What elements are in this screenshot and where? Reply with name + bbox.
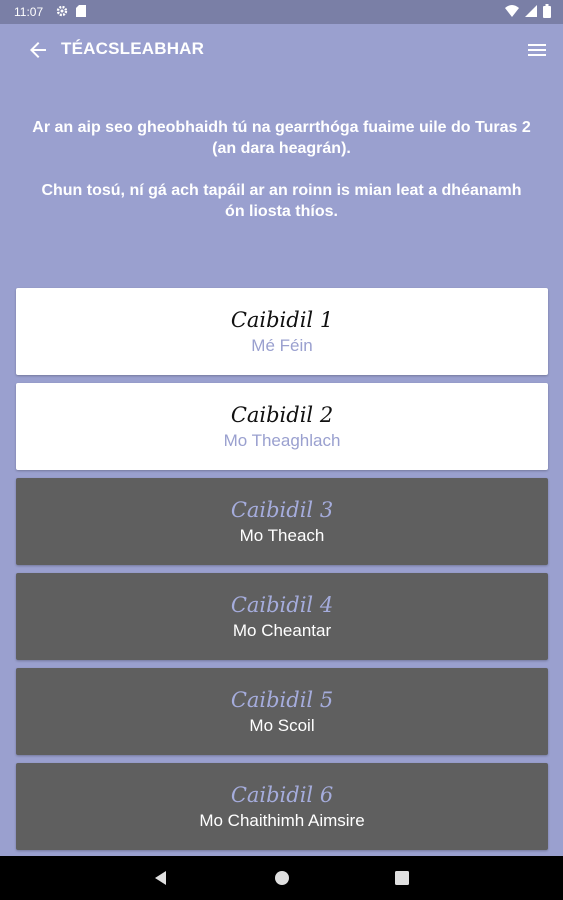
- chapter-item-3[interactable]: Caibidil 3 Mo Theach: [16, 478, 548, 565]
- status-left-icons: [56, 5, 86, 17]
- chapter-item-6[interactable]: Caibidil 6 Mo Chaithimh Aimsire: [16, 763, 548, 850]
- home-circle-icon[interactable]: [273, 869, 291, 887]
- arrow-back-icon[interactable]: [26, 38, 50, 62]
- status-time: 11:07: [14, 5, 44, 19]
- chapter-title: Caibidil 6: [230, 783, 334, 807]
- chapter-list: Caibidil 1 Mé Féin Caibidil 2 Mo Theaghl…: [16, 288, 548, 858]
- battery-icon: [543, 4, 551, 18]
- chapter-subtitle: Mé Féin: [251, 336, 313, 355]
- intro-line-2: Chun tosú, ní gá ach tapáil ar an roinn …: [41, 182, 522, 220]
- chapter-subtitle: Mo Chaithimh Aimsire: [199, 811, 365, 830]
- chapter-subtitle: Mo Theaghlach: [223, 431, 341, 450]
- status-right-icons: [505, 4, 551, 18]
- settings-icon: [56, 5, 68, 17]
- wifi-icon: [505, 5, 519, 17]
- chapter-subtitle: Mo Scoil: [249, 716, 315, 735]
- back-triangle-icon[interactable]: [152, 869, 170, 887]
- chapter-title: Caibidil 3: [230, 498, 334, 522]
- system-nav-bar: [0, 856, 563, 900]
- intro-line-1: Ar an aip seo gheobhaidh tú na gearrthóg…: [32, 119, 531, 157]
- chapter-item-1[interactable]: Caibidil 1 Mé Féin: [16, 288, 548, 375]
- chapter-item-4[interactable]: Caibidil 4 Mo Cheantar: [16, 573, 548, 660]
- page-title: TÉACSLEABHAR: [61, 39, 205, 58]
- chapter-item-2[interactable]: Caibidil 2 Mo Theaghlach: [16, 383, 548, 470]
- chapter-title: Caibidil 4: [230, 593, 334, 617]
- status-bar: 11:07: [0, 0, 563, 24]
- app-bar: TÉACSLEABHAR: [0, 24, 563, 76]
- intro-text: Ar an aip seo gheobhaidh tú na gearrthóg…: [30, 117, 533, 222]
- chapter-title: Caibidil 1: [230, 308, 334, 332]
- chapter-title: Caibidil 2: [230, 403, 334, 427]
- chapter-item-5[interactable]: Caibidil 5 Mo Scoil: [16, 668, 548, 755]
- chapter-title: Caibidil 5: [230, 688, 334, 712]
- recents-square-icon[interactable]: [393, 869, 411, 887]
- sd-card-icon: [76, 5, 86, 17]
- chapter-subtitle: Mo Cheantar: [232, 621, 332, 640]
- hamburger-menu-icon[interactable]: [525, 38, 549, 62]
- signal-icon: [525, 5, 537, 17]
- chapter-subtitle: Mo Theach: [239, 526, 325, 545]
